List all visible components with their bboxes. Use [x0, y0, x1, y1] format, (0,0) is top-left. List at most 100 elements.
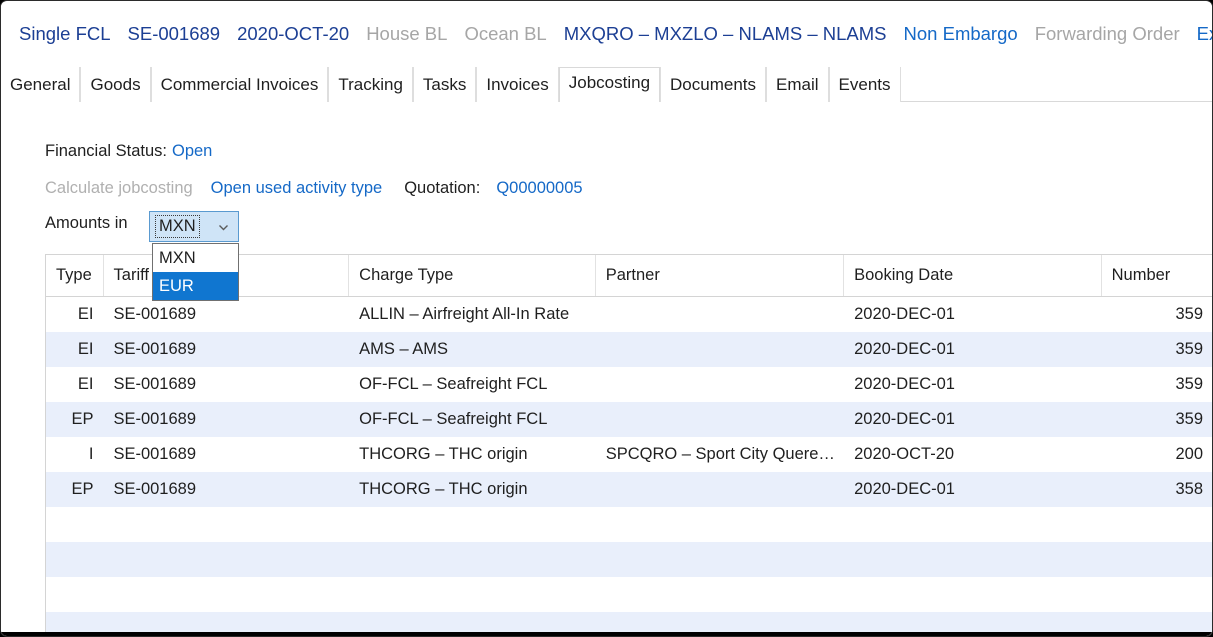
tab-jobcosting[interactable]: Jobcosting: [558, 67, 661, 102]
shipment-header-item: Forwarding Order: [1034, 23, 1180, 44]
chevron-down-icon[interactable]: [217, 221, 230, 234]
grid-cell-charge-type: [349, 542, 596, 577]
grid-cell-partner: [596, 297, 844, 332]
tab-events[interactable]: Events: [828, 67, 901, 102]
grid-cell-charge-type: THCORG – THC origin: [359, 480, 528, 498]
grid-cell-tariff: SE-001689: [113, 445, 197, 463]
tab-invoices[interactable]: Invoices: [476, 67, 559, 102]
amounts-in-currency-combobox[interactable]: MXN MXN EUR: [149, 211, 239, 301]
grid-cell-type: EP: [71, 410, 94, 428]
shipment-header-item: House BL: [366, 23, 448, 44]
open-used-activity-type-link[interactable]: Open used activity type: [211, 179, 383, 197]
shipment-header: Single FCL SE-001689 2020-OCT-20 House BL Oc…: [1, 2, 1212, 50]
grid-cell-charge-type: AMS – AMS: [359, 340, 449, 358]
shipment-header-item[interactable]: Single FCL: [19, 23, 111, 45]
grid-cell-tariff: SE-001689: [113, 480, 197, 498]
grid-cell-tariff: SE-001689: [113, 340, 197, 358]
tab-tracking[interactable]: Tracking: [328, 67, 413, 102]
grid-cell-tariff: SE-001689: [113, 305, 197, 323]
grid-cell-number: 359: [1175, 340, 1203, 358]
grid-cell-tariff: [103, 577, 349, 612]
grid-column-header[interactable]: Number: [1102, 255, 1212, 296]
tab-bar: General Goods Commercial Invoices Tracking T…: [1, 67, 1212, 102]
financial-status: Financial Status: Open: [45, 142, 212, 161]
shipment-header-item[interactable]: Ex: [1197, 23, 1212, 45]
grid-cell-number: 358: [1175, 480, 1203, 498]
table-row[interactable]: [46, 507, 1212, 542]
grid-cell-booking-date: 2020-DEC-01: [854, 410, 955, 428]
tab-tasks[interactable]: Tasks: [412, 67, 477, 102]
table-row[interactable]: EI SE-001689 OF-FCL – Seafreight FCL 2020-D…: [46, 367, 1212, 402]
grid-column-header[interactable]: Type: [46, 255, 104, 296]
grid-cell-booking-date: [844, 577, 1102, 612]
grid-cell-number: 359: [1175, 305, 1203, 323]
financial-status-label: Financial Status:: [45, 142, 167, 160]
tab-label: Tracking: [338, 75, 403, 94]
grid-cell-partner: [596, 402, 844, 437]
grid-cell-booking-date: 2020-DEC-01: [854, 375, 955, 393]
combobox-selected-value: MXN: [155, 215, 200, 238]
grid-cell-number: 200: [1175, 445, 1203, 463]
combobox-option-mxn[interactable]: MXN: [153, 244, 238, 272]
tab-general[interactable]: General: [1, 67, 81, 102]
grid-cell-booking-date: 2020-OCT-20: [854, 445, 955, 463]
window-bottom-bar: [1, 632, 1212, 636]
grid-cell-type: [46, 577, 103, 612]
calculate-jobcosting-link: Calculate jobcosting: [45, 179, 193, 197]
shipment-header-item[interactable]: 2020-OCT-20: [237, 23, 349, 45]
grid-cell-type: [46, 542, 103, 577]
table-row[interactable]: I SE-001689 THCORG – THC origin SPCQRO – Sp…: [46, 437, 1212, 472]
grid-cell-tariff: [103, 507, 349, 542]
quotation-value-link[interactable]: Q00000005: [496, 179, 582, 197]
grid-cell-partner: [596, 507, 844, 542]
grid-cell-tariff: SE-001689: [113, 375, 197, 393]
tab-documents[interactable]: Documents: [660, 67, 767, 102]
grid-cell-booking-date: [844, 542, 1102, 577]
combobox-option-eur[interactable]: EUR: [153, 272, 238, 300]
grid-column-header[interactable]: Booking Date: [844, 255, 1102, 296]
tab-label: Jobcosting: [568, 73, 651, 92]
table-row[interactable]: EI SE-001689 ALLIN – Airfreight All-In Rat…: [46, 297, 1212, 332]
tab-goods[interactable]: Goods: [80, 67, 151, 102]
grid-cell-booking-date: 2020-DEC-01: [854, 305, 955, 323]
tab-label: Commercial Invoices: [160, 75, 319, 94]
grid-cell-partner: [596, 332, 844, 367]
tab-email[interactable]: Email: [766, 67, 829, 102]
grid-cell-charge-type: [349, 577, 596, 612]
grid-column-header[interactable]: Charge Type: [349, 255, 596, 296]
grid-cell-booking-date: 2020-DEC-01: [854, 480, 955, 498]
grid-body: EI SE-001689 ALLIN – Airfreight All-In Rat…: [46, 297, 1212, 636]
table-row[interactable]: EP SE-001689 OF-FCL – Seafreight FCL 2020-D…: [46, 402, 1212, 437]
financial-status-value[interactable]: Open: [172, 142, 212, 160]
grid-cell-type: EI: [77, 340, 94, 358]
tab-label: Email: [776, 75, 819, 94]
table-row[interactable]: [46, 577, 1212, 612]
grid-cell-booking-date: [844, 507, 1102, 542]
tab-commercial-invoices[interactable]: Commercial Invoices: [150, 67, 329, 102]
amounts-in-label: Amounts in: [45, 214, 128, 232]
grid-cell-number: 359: [1175, 410, 1203, 428]
table-row[interactable]: EP SE-001689 THCORG – THC origin 2020-DEC-0…: [46, 472, 1212, 507]
shipment-header-item[interactable]: MXQRO – MXZLO – NLAMS – NLAMS: [564, 23, 887, 45]
action-links-row: Calculate jobcosting Open used activity t…: [45, 179, 583, 198]
tab-label: Events: [838, 75, 891, 94]
grid-cell-number: 359: [1175, 375, 1203, 393]
combobox-option-list[interactable]: MXN EUR: [152, 243, 239, 301]
grid-cell-type: I: [88, 445, 94, 463]
grid-cell-partner: [596, 472, 844, 507]
grid-cell-number: [1102, 542, 1212, 577]
grid-cell-charge-type: OF-FCL – Seafreight FCL: [359, 410, 548, 428]
grid-cell-type: EI: [77, 305, 94, 323]
combobox-field[interactable]: MXN: [149, 211, 239, 242]
tab-label: Invoices: [486, 75, 549, 94]
tab-label: Tasks: [422, 75, 467, 94]
table-row[interactable]: [46, 542, 1212, 577]
shipment-header-item[interactable]: Non Embargo: [904, 23, 1018, 45]
grid-cell-number: [1102, 507, 1212, 542]
table-row[interactable]: EI SE-001689 AMS – AMS 2020-DEC-01 359: [46, 332, 1212, 367]
shipment-header-item[interactable]: SE-001689: [128, 23, 221, 45]
jobcosting-panel: Financial Status: Open Calculate jobcosti…: [1, 102, 1212, 636]
grid-cell-charge-type: THCORG – THC origin: [359, 445, 528, 463]
grid-column-header[interactable]: Partner: [596, 255, 845, 296]
grid-cell-booking-date: 2020-DEC-01: [854, 340, 955, 358]
